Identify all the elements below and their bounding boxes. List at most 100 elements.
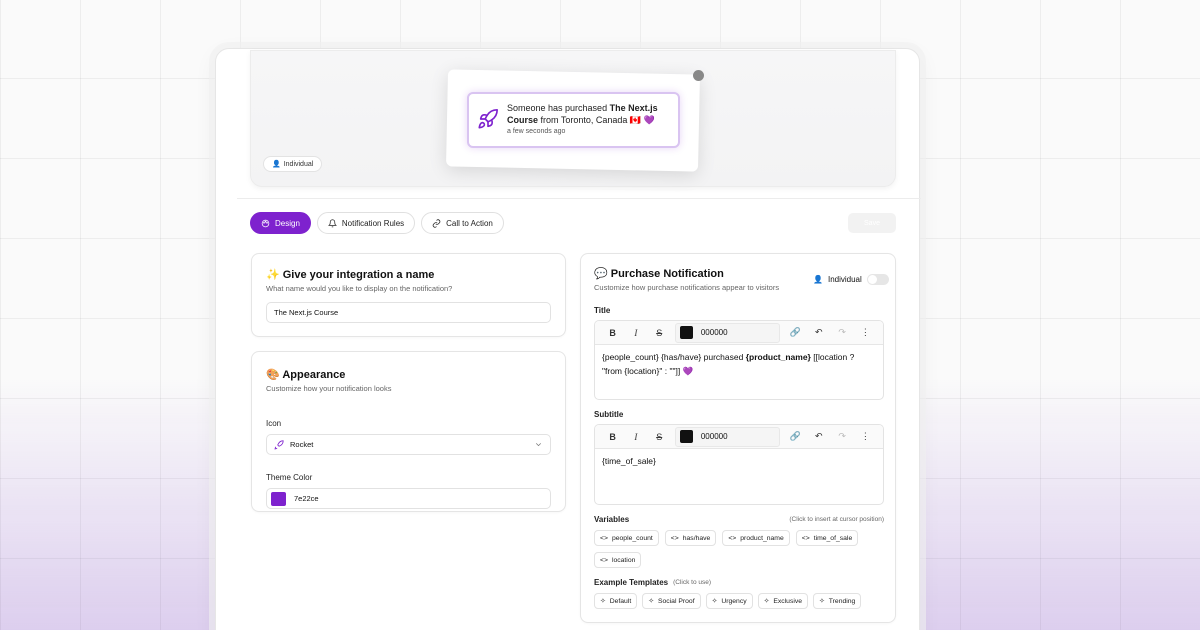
sparkles-icon: ✧ bbox=[763, 598, 770, 605]
template-chip[interactable]: ✧ Social Proof bbox=[642, 593, 701, 609]
bold-button[interactable]: B bbox=[601, 321, 624, 345]
icon-label: Icon bbox=[266, 419, 282, 428]
rocket-icon bbox=[478, 109, 498, 129]
italic-button[interactable]: I bbox=[624, 425, 647, 449]
mode-badge[interactable]: 👤 Individual bbox=[263, 156, 323, 172]
appearance-card: 🎨 Appearance Customize how your notifica… bbox=[251, 351, 566, 512]
link-icon[interactable]: 🔗 bbox=[784, 425, 807, 449]
link-icon[interactable]: 🔗 bbox=[784, 321, 807, 345]
variable-chip[interactable]: <> product_name bbox=[722, 530, 790, 546]
icon-select-value: Rocket bbox=[290, 440, 314, 449]
tab-call-to-action[interactable]: Call to Action bbox=[421, 212, 504, 234]
integration-name-card: ✨ Give your integration a name What name… bbox=[251, 253, 566, 337]
variables-list: <> people_count <> has/have <> product_name… bbox=[594, 530, 884, 568]
title-label: Title bbox=[594, 306, 611, 315]
subtitle-label: Subtitle bbox=[594, 410, 624, 419]
subtitle-color-swatch bbox=[679, 430, 693, 443]
code-icon: <> bbox=[670, 534, 679, 542]
subtitle-color-picker[interactable]: 000000 bbox=[674, 426, 780, 447]
user-icon: 👤 bbox=[272, 161, 281, 168]
appearance-description: Customize how your notification looks bbox=[266, 384, 392, 393]
templates-list: ✧ Default ✧ Social Proof ✧ Urgency ✧ Exclusi… bbox=[594, 593, 884, 609]
variable-chip[interactable]: <> has/have bbox=[664, 530, 717, 546]
code-icon: <> bbox=[600, 556, 608, 564]
title-toolbar: B I S 000000 🔗 ↶ ↷ ⋮ bbox=[595, 321, 883, 345]
individual-toggle-group: 👤 Individual bbox=[813, 274, 889, 285]
appearance-title: 🎨 Appearance bbox=[266, 369, 346, 381]
redo-icon[interactable]: ↷ bbox=[830, 321, 853, 345]
strikethrough-button[interactable]: S bbox=[648, 321, 671, 345]
template-chip-label: Exclusive bbox=[773, 597, 803, 605]
title-editor-content[interactable]: {people_count} {has/have} purchased {pro… bbox=[595, 345, 883, 383]
notification-text-before: Someone has purchased bbox=[507, 103, 610, 113]
title-color-value: 000000 bbox=[700, 328, 728, 337]
template-chip-label: Urgency bbox=[721, 597, 747, 605]
sparkles-icon: ✧ bbox=[648, 598, 654, 605]
integration-description: What name would you like to display on t… bbox=[266, 284, 453, 293]
tab-call-to-action-label: Call to Action bbox=[446, 218, 493, 228]
subtitle-editor-content[interactable]: {time_of_sale} bbox=[595, 449, 883, 473]
italic-button[interactable]: I bbox=[624, 321, 647, 345]
close-preview-button[interactable] bbox=[693, 70, 704, 81]
integration-name-input[interactable]: The Next.js Course bbox=[266, 302, 551, 323]
variable-chip-label: time_of_sale bbox=[813, 534, 853, 542]
template-chip-label: Social Proof bbox=[657, 597, 695, 605]
tab-notification-rules[interactable]: Notification Rules bbox=[316, 212, 416, 234]
title-editor: B I S 000000 🔗 ↶ ↷ ⋮ {people_count} {has… bbox=[594, 320, 884, 400]
undo-icon[interactable]: ↶ bbox=[807, 425, 830, 449]
title-body-bold: {product_name} bbox=[745, 352, 811, 362]
variables-label: Variables bbox=[594, 515, 630, 524]
template-chip[interactable]: ✧ Default bbox=[594, 593, 638, 609]
tab-notification-rules-label: Notification Rules bbox=[341, 218, 405, 228]
notification-text-after: from Toronto, Canada 🇨🇦 💜 bbox=[538, 115, 655, 125]
bold-button[interactable]: B bbox=[601, 425, 624, 449]
template-chip[interactable]: ✧ Urgency bbox=[705, 593, 753, 609]
templates-hint: (Click to use) bbox=[673, 579, 712, 586]
templates-label: Example Templates bbox=[594, 578, 669, 587]
user-icon: 👤 bbox=[813, 275, 823, 284]
code-icon: <> bbox=[801, 534, 810, 542]
section-divider bbox=[237, 198, 921, 199]
subtitle-toolbar: B I S 000000 🔗 ↶ ↷ ⋮ bbox=[595, 425, 883, 449]
variable-chip-label: people_count bbox=[611, 534, 653, 542]
more-icon[interactable]: ⋮ bbox=[854, 321, 877, 345]
notification-time: a few seconds ago bbox=[507, 128, 566, 135]
individual-toggle[interactable] bbox=[866, 274, 889, 285]
theme-color-swatch[interactable] bbox=[271, 491, 286, 506]
mode-badge-label: Individual bbox=[283, 160, 314, 168]
chevron-down-icon bbox=[535, 443, 542, 447]
subtitle-color-value: 000000 bbox=[700, 432, 728, 441]
variable-chip[interactable]: <> time_of_sale bbox=[795, 530, 859, 546]
redo-icon[interactable]: ↷ bbox=[830, 425, 853, 449]
variable-chip[interactable]: <> people_count bbox=[594, 530, 659, 546]
template-chip[interactable]: ✧ Exclusive bbox=[757, 593, 809, 609]
variable-chip[interactable]: <> location bbox=[594, 552, 642, 568]
rocket-icon bbox=[274, 439, 284, 449]
title-color-swatch bbox=[679, 326, 693, 339]
title-color-picker[interactable]: 000000 bbox=[674, 322, 780, 343]
settings-tabs: Design Notification Rules Call to Action bbox=[250, 212, 504, 234]
integration-title: ✨ Give your integration a name bbox=[266, 269, 435, 281]
theme-color-label: Theme Color bbox=[266, 473, 313, 482]
theme-color-value: 7e22ce bbox=[294, 494, 319, 503]
undo-icon[interactable]: ↶ bbox=[807, 321, 830, 345]
variable-chip-label: has/have bbox=[682, 534, 711, 542]
notification-preview-card[interactable]: Someone has purchased The Next.js Course… bbox=[467, 92, 680, 148]
theme-color-input[interactable]: 7e22ce bbox=[266, 488, 551, 509]
template-chip-label: Default bbox=[609, 597, 632, 605]
variable-chip-label: product_name bbox=[740, 534, 784, 542]
save-button[interactable]: Save bbox=[848, 213, 896, 233]
code-icon: <> bbox=[600, 534, 608, 542]
strikethrough-button[interactable]: S bbox=[648, 425, 671, 449]
purchase-description: Customize how purchase notifications app… bbox=[594, 283, 780, 292]
purchase-title: 💬 Purchase Notification bbox=[594, 268, 724, 280]
template-chip-label: Trending bbox=[828, 597, 856, 605]
template-chip[interactable]: ✧ Trending bbox=[813, 593, 862, 609]
notification-message: Someone has purchased The Next.js Course… bbox=[507, 102, 670, 126]
palette-icon bbox=[261, 219, 270, 227]
sparkles-icon: ✧ bbox=[819, 598, 825, 605]
tab-design[interactable]: Design bbox=[250, 212, 311, 234]
variables-hint: (Click to insert at cursor position) bbox=[789, 516, 884, 523]
icon-select[interactable]: Rocket bbox=[266, 434, 551, 455]
more-icon[interactable]: ⋮ bbox=[854, 425, 877, 449]
